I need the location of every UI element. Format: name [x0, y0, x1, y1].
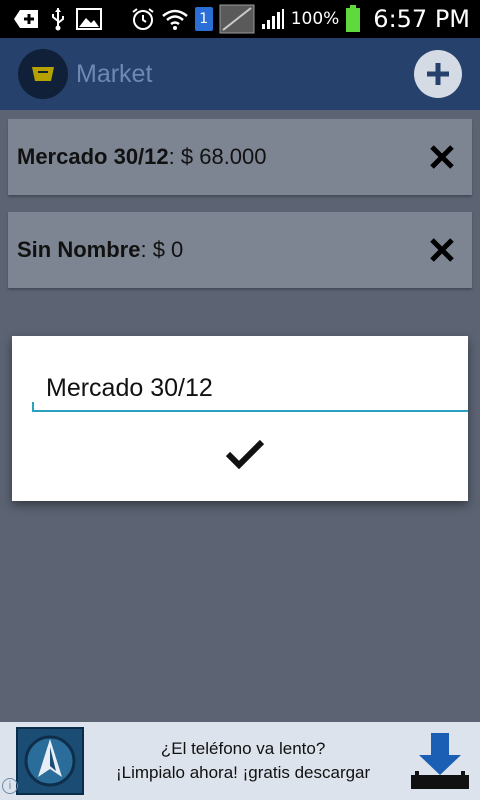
list-item-separator: : [168, 144, 181, 169]
ad-app-icon [16, 727, 84, 795]
list-item-name: Mercado 30/12 [17, 144, 169, 169]
image-icon [76, 8, 102, 30]
ad-banner[interactable]: ¿El teléfono va lento? ¡Limpialo ahora! … [0, 722, 480, 800]
input-underline-tick [32, 402, 34, 412]
no-signal-icon [219, 4, 255, 34]
list-item[interactable]: Mercado 30/12: $ 68.000 [8, 119, 472, 195]
action-bar: Market [0, 38, 480, 110]
list-item-amount: $ 0 [152, 237, 184, 262]
alarm-icon [131, 7, 155, 31]
download-icon [411, 733, 469, 789]
name-input[interactable] [32, 366, 468, 412]
ad-text: ¿El teléfono va lento? ¡Limpialo ahora! … [116, 737, 370, 785]
checkmark-icon [225, 439, 265, 469]
sim-badge: 1 [194, 7, 213, 31]
add-notification-icon [14, 9, 40, 29]
close-icon [430, 145, 454, 169]
ad-headline: ¿El teléfono va lento? [160, 739, 326, 758]
ad-subline: ¡Limpialo ahora! ¡gratis descargar [116, 763, 371, 782]
clock: 6:57 PM [373, 5, 470, 33]
wifi-icon [161, 7, 189, 31]
ad-info-icon[interactable]: i [2, 778, 18, 794]
list-item-text: Sin Nombre: $ 0 [17, 237, 183, 263]
list-item-name: Sin Nombre [17, 237, 141, 262]
confirm-button[interactable] [220, 432, 270, 476]
status-bar: 1 100% 6:57 PM [0, 0, 480, 38]
plus-icon [427, 63, 449, 85]
battery-percent: 100% [290, 9, 340, 29]
list-item[interactable]: Sin Nombre: $ 0 [8, 212, 472, 288]
delete-button[interactable] [426, 234, 458, 266]
close-icon [430, 238, 454, 262]
edit-name-dialog [12, 336, 468, 501]
signal-strength-icon [261, 8, 285, 30]
app-title: Market [76, 59, 153, 88]
add-button[interactable] [414, 50, 462, 98]
delete-button[interactable] [426, 141, 458, 173]
app-logo-icon [18, 49, 68, 99]
usb-icon [50, 7, 66, 31]
ad-download-button[interactable] [408, 729, 472, 793]
list-item-text: Mercado 30/12: $ 68.000 [17, 144, 267, 170]
list-item-amount: $ 68.000 [180, 144, 267, 169]
list-item-separator: : [140, 237, 153, 262]
battery-icon [345, 5, 361, 33]
